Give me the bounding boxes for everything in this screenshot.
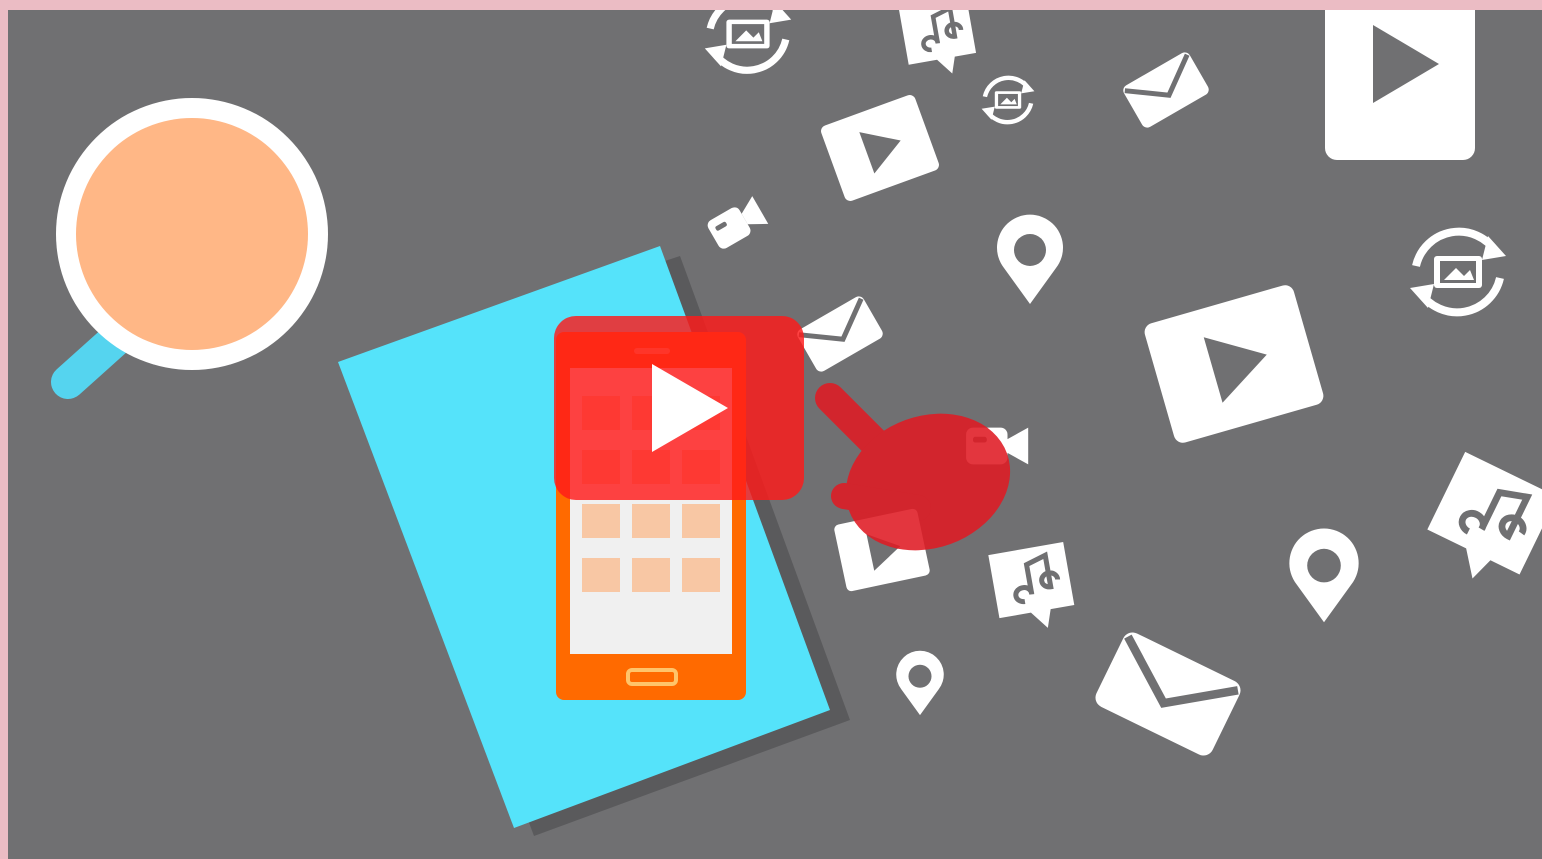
illustration [51,10,1542,836]
map-pin-icon [1289,528,1359,623]
sync-image-icon [705,10,791,70]
coffee-mug-icon [51,98,328,399]
video-camera-icon [705,196,769,251]
map-pin-icon [997,214,1063,304]
envelope-icon [795,294,885,374]
sync-image-icon [982,78,1035,122]
sync-image-icon [1410,232,1506,313]
envelope-icon [1092,629,1244,759]
play-icon [1325,10,1475,160]
play-icon [819,93,941,203]
music-note-icon [899,10,979,81]
video-thumbnail[interactable]: Play video [8,10,1542,859]
envelope-icon [1121,50,1211,130]
map-pin-icon [896,650,944,716]
play-button[interactable] [554,316,804,500]
music-note-icon [1417,452,1542,596]
music-note-icon [988,542,1077,636]
play-icon [1142,283,1326,445]
